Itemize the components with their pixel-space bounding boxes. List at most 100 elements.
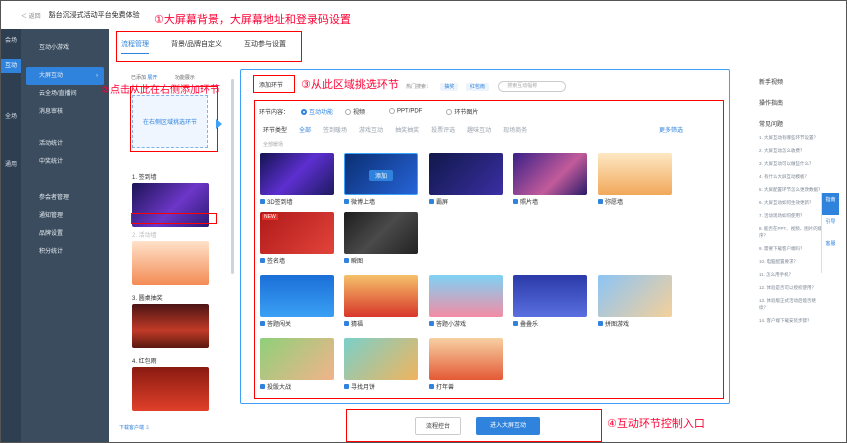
card-wish-wall[interactable]: 弥愿墙 [598, 153, 672, 206]
float-service-button[interactable]: 客服 [822, 237, 839, 259]
float-toolbar: 指南 引导 客服 [821, 193, 839, 273]
type-game[interactable]: 游戏互动 [359, 125, 383, 134]
card-quiz-game[interactable]: 答题小游戏 [429, 275, 503, 328]
card-bapin[interactable]: 霸屏 [429, 153, 503, 206]
sidebar-item-points[interactable]: 积分统计 [21, 243, 109, 261]
card-caption: 3D签到墙 [267, 200, 293, 206]
hot-chip-redpacket[interactable]: 红包雨 [465, 82, 489, 91]
sidebar-item-stats[interactable]: 活动统计 [21, 135, 109, 153]
faq-item[interactable]: 9. 需要下载客户端吗？ [759, 245, 823, 252]
sidebar-item-review[interactable]: 消息审核 [21, 103, 109, 121]
radio-interactive[interactable]: 互动功能 [301, 107, 333, 116]
radio-interactive-label: 互动功能 [309, 110, 334, 116]
faq-item[interactable]: 4. 有什么大屏互动模板？ [759, 173, 823, 180]
radio-video[interactable]: 视频 [345, 107, 365, 116]
step-thumb-2[interactable] [132, 241, 209, 285]
hot-chip-lottery[interactable]: 抽奖 [440, 82, 459, 91]
flow-console-button[interactable]: 流程控台 [415, 417, 461, 435]
faq-item[interactable]: 1. 大屏互动有哪些环节设置？ [759, 134, 823, 141]
back-link[interactable]: ＜ 返回 [21, 11, 41, 20]
faq-item[interactable]: 3. 大屏互动可以做些什么？ [759, 160, 823, 167]
faq-item[interactable]: 10. 电脑配置要求？ [759, 258, 823, 265]
card-stack[interactable]: 叠叠乐 [513, 275, 587, 328]
add-overlay-button[interactable]: 添加 [369, 170, 394, 181]
faq-item[interactable]: 11. 怎么用手机？ [759, 271, 823, 278]
page-title: 豁台沉浸式活动平台免费体验 [48, 12, 140, 19]
sidebar-item-prize[interactable]: 中奖统计 [21, 153, 109, 171]
card-puzzle[interactable]: 拼图游戏 [598, 275, 672, 328]
type-vote[interactable]: 投票评选 [431, 125, 455, 134]
card-image [513, 275, 587, 317]
sidebar-item-bigscreen[interactable]: 大屏互动 [26, 67, 104, 85]
card-caption: 投骰大战 [267, 385, 292, 391]
faq-item[interactable]: 13. 体验版正式活动后能否继续？ [759, 297, 823, 311]
sidebar-item-notify[interactable]: 通知管理 [21, 207, 109, 225]
more-filter-link[interactable]: 更多筛选 [659, 125, 683, 134]
tab-background[interactable]: 背景/品牌自定义 [171, 39, 222, 54]
radio-ppt-label: PPT/PDF [397, 108, 423, 115]
faq-item[interactable]: 6. 大屏互动如何生效更新？ [759, 199, 823, 206]
sidebar: 互动小游戏 大屏互动 云全场/直播间 消息审核 活动统计 中奖统计 参会者管理 … [21, 29, 109, 442]
annotation-box-4 [346, 409, 602, 442]
faq-item[interactable]: 7. 活动现场如何使用？ [759, 212, 823, 219]
help-video-link[interactable]: 新手视频 [759, 77, 823, 86]
check-icon [260, 384, 265, 389]
enter-bigscreen-button[interactable]: 进入大屏互动 [476, 417, 540, 435]
card-image [344, 212, 418, 254]
card-guess-fu[interactable]: 猜福 [344, 275, 418, 328]
card-caption: 瞬图 [351, 259, 364, 265]
type-fun[interactable]: 趣味互动 [467, 125, 491, 134]
add-arrow-icon [216, 119, 222, 129]
help-guide-link[interactable]: 操作指南 [759, 98, 823, 107]
card-caption: 答题闯关 [267, 322, 292, 328]
float-guide-button[interactable]: 指南 [822, 193, 839, 215]
type-all[interactable]: 全部 [299, 125, 311, 134]
left-scrollbar[interactable] [231, 79, 234, 274]
faq-item[interactable]: 8. 能否在PPT、视频、图片的顺序？ [759, 225, 823, 239]
card-nian[interactable]: 打年兽 [429, 338, 503, 391]
sidebar-item-attendees[interactable]: 参会者管理 [21, 189, 109, 207]
help-panel: 新手视频 操作指南 常见问题 1. 大屏互动有哪些环节设置？ 2. 大屏互动怎么收… [743, 69, 823, 395]
rail-tab-1[interactable]: 互动 [1, 59, 21, 73]
app-window: ＜ 返回 豁台沉浸式活动平台免费体验 ①大屏幕背景，大屏幕地址和登录码设置 会场… [0, 0, 847, 443]
step-label-1: 1. 签到墙 [132, 175, 157, 181]
tab-participation[interactable]: 互动参与设置 [244, 39, 286, 54]
faq-item[interactable]: 2. 大屏互动怎么收费？ [759, 147, 823, 154]
card-image [260, 338, 334, 380]
rail-tab-0[interactable]: 会场 [1, 37, 21, 45]
card-instant[interactable]: 瞬图 [344, 212, 418, 265]
check-icon [429, 384, 434, 389]
check-icon [344, 199, 349, 204]
card-quiz[interactable]: 答题闯关 [260, 275, 334, 328]
faq-item[interactable]: 12. 体验是否可以授权使用？ [759, 284, 823, 291]
radio-ppt[interactable]: PPT/PDF [389, 108, 422, 115]
search-input[interactable]: 搜索互动幅称 [498, 81, 567, 92]
rail-tab-3[interactable]: 通用 [1, 161, 21, 169]
radio-image[interactable]: 环节图片 [446, 107, 478, 116]
rail-tab-2[interactable]: 全场 [1, 113, 21, 121]
card-dice[interactable]: 投骰大战 [260, 338, 334, 391]
help-faq-title: 常见问题 [759, 122, 784, 128]
annotation-box-2b [131, 213, 217, 224]
step-thumb-4[interactable] [132, 367, 209, 411]
type-lottery[interactable]: 抽奖抽奖 [395, 125, 419, 134]
faq-item[interactable]: 5. 大屏配置环节怎么更改数据？ [759, 186, 823, 193]
card-signature[interactable]: NEW 签名墙 [260, 212, 334, 265]
tab-flow[interactable]: 流程管理 [121, 39, 149, 54]
type-warmup[interactable]: 签到暖场 [323, 125, 347, 134]
sidebar-item-games[interactable]: 互动小游戏 [21, 39, 109, 57]
check-icon [260, 258, 265, 263]
content-label: 环节内容： [259, 110, 290, 116]
sidebar-item-cloud[interactable]: 云全场/直播间 [21, 85, 109, 103]
card-3d-checkin[interactable]: 3D签到墙 [260, 153, 334, 206]
card-mooncake[interactable]: 寻找月饼 [344, 338, 418, 391]
step-thumb-3[interactable] [132, 304, 209, 348]
card-weibo[interactable]: 添加 微博上墙 [344, 153, 418, 206]
sidebar-item-brand[interactable]: 品牌设置 [21, 225, 109, 243]
add-step-title[interactable]: 添加环节 [259, 80, 283, 89]
float-onboarding-button[interactable]: 引导 [822, 215, 839, 237]
type-business[interactable]: 现场商务 [503, 125, 527, 134]
download-client-link[interactable]: 下载客户端 ⇩ [119, 424, 150, 431]
card-photo-wall[interactable]: 照片墙 [513, 153, 587, 206]
faq-item[interactable]: 14. 客户端下载安装步骤？ [759, 317, 823, 324]
